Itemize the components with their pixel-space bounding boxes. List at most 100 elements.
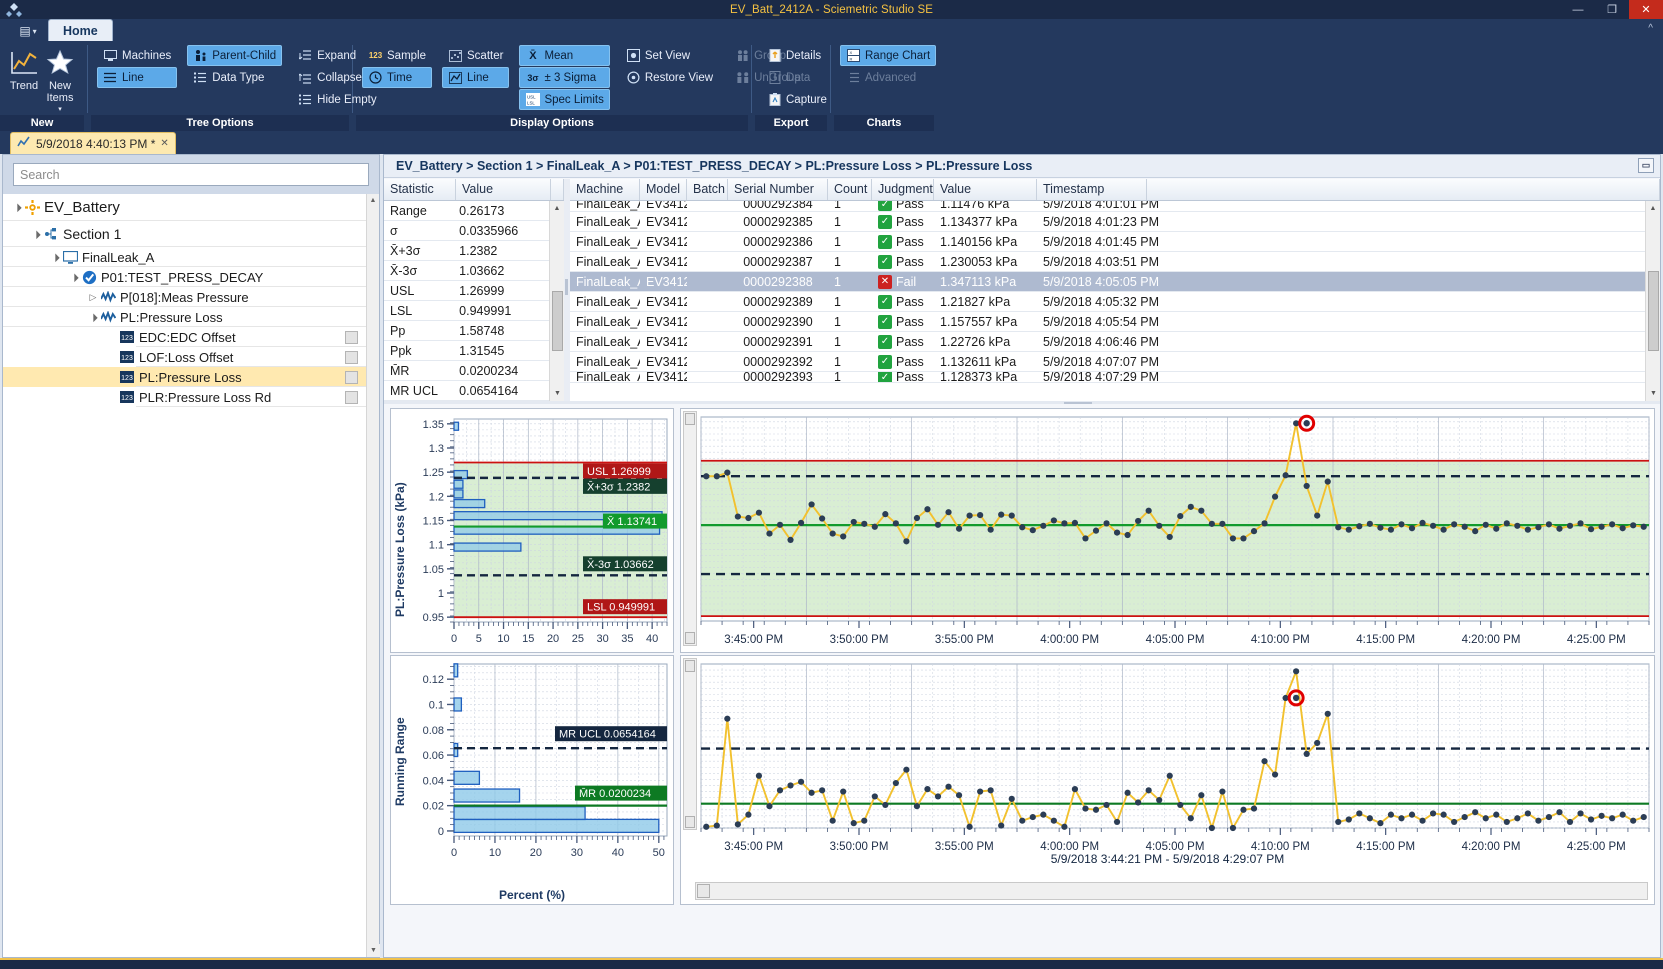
machines-button[interactable]: Machines	[97, 45, 177, 66]
time-range-scrollbar[interactable]	[695, 882, 1648, 900]
col-batch[interactable]: Batch	[687, 179, 728, 200]
results-scrollbar[interactable]: ▲ ▼	[1645, 201, 1660, 401]
col-count[interactable]: Count	[828, 179, 872, 200]
scroll-down-icon[interactable]: ▼	[550, 386, 565, 401]
results-row[interactable]: FinalLeak_A EV3412 0000292386 1 ✓ Pass 1.14015…	[570, 232, 1645, 252]
three-sigma-button[interactable]: 3σ ± 3 Sigma	[519, 67, 610, 88]
tree-scrollbar[interactable]: ▲ ▼	[366, 194, 380, 957]
results-row[interactable]: FinalLeak_A EV3412 0000292392 1 ✓ Pass 1.13261…	[570, 352, 1645, 372]
scrollbar-thumb[interactable]	[552, 291, 563, 351]
close-icon[interactable]: ✕	[160, 138, 168, 149]
scrollbar-grip-bottom[interactable]	[685, 632, 695, 644]
scrollbar-grip[interactable]	[685, 660, 695, 672]
col-judgment[interactable]: Judgment	[872, 179, 934, 200]
statistics-row[interactable]: Pp 1.58748	[384, 321, 549, 341]
tree-item-checkbox[interactable]	[345, 370, 358, 384]
line-tree-button[interactable]: Line	[97, 67, 178, 88]
scrollbar-grip[interactable]	[685, 413, 695, 425]
results-row[interactable]: FinalLeak_A EV3412 0000292389 1 ✓ Pass 1.21827…	[570, 292, 1645, 312]
restore-view-button[interactable]: Restore View	[620, 67, 719, 88]
col-serial-number[interactable]: Serial Number	[728, 179, 828, 200]
tree-item-lof-loss-offset[interactable]: 123 LOF:Loss Offset	[3, 347, 366, 367]
tree-item-checkbox[interactable]	[345, 390, 358, 404]
sample-button[interactable]: 123 Sample	[362, 45, 432, 66]
results-row[interactable]: FinalLeak_A EV3412 0000292391 1 ✓ Pass 1.22726…	[570, 332, 1645, 352]
statistics-row[interactable]: Range 0.26173	[384, 201, 549, 221]
expander-collapsed-icon[interactable]: ▷	[87, 292, 99, 303]
quick-access-toolbar-button[interactable]: ▤ ▾	[8, 21, 48, 41]
line-display-button[interactable]: Line	[442, 67, 510, 88]
scroll-down-icon[interactable]: ▼	[367, 944, 380, 957]
results-row[interactable]: FinalLeak_A EV3412 0000292384 1 ✓ Pass 1.11476…	[570, 201, 1645, 212]
trend-button[interactable]: Trend	[6, 45, 42, 93]
search-input[interactable]: Search	[13, 163, 369, 186]
tree-item-edc-edc-offset[interactable]: 123 EDC:EDC Offset	[3, 327, 366, 347]
col-value[interactable]: Value	[456, 179, 551, 200]
ribbon-collapse-icon[interactable]: ^	[1648, 23, 1653, 34]
range-chart-button[interactable]: XR Range Chart	[840, 45, 937, 66]
tree-item-plr-pressure-loss-rd[interactable]: 123 PLR:Pressure Loss Rd	[3, 387, 366, 407]
tree-item-pl-pressure-loss[interactable]: 123 PL:Pressure Loss	[3, 367, 366, 387]
col-filler[interactable]	[1147, 179, 1660, 200]
statistics-row[interactable]: MR UCL 0.0654164	[384, 381, 549, 401]
tree-item-section-1[interactable]: ◢ Section 1	[3, 221, 366, 247]
set-view-button[interactable]: Set View	[620, 45, 719, 66]
details-button[interactable]: Details	[761, 45, 833, 66]
tree-item-ev-battery[interactable]: ◢ EV_Battery	[3, 194, 366, 221]
parent-child-button[interactable]: Parent-Child	[187, 45, 283, 66]
spec-limits-button[interactable]: USL LSL Spec Limits	[519, 89, 610, 110]
scroll-down-icon[interactable]: ▼	[1646, 386, 1661, 401]
results-row[interactable]: FinalLeak_A EV3412 0000292393 1 ✓ Pass 1.12837…	[570, 372, 1645, 383]
tree-item-checkbox[interactable]	[345, 350, 358, 364]
statistic-value: 0.0335966	[459, 223, 519, 238]
col-machine[interactable]: Machine	[570, 179, 640, 200]
scroll-up-icon[interactable]: ▲	[1646, 201, 1660, 216]
data-type-button[interactable]: Data Type	[187, 67, 282, 88]
statistics-row[interactable]: M̄R 0.0200234	[384, 361, 549, 381]
cell-timestamp: 5/9/2018 4:03:51 PM	[1043, 254, 1160, 269]
range-histogram-chart[interactable]: Running Range Percent (%) 0 0.02 0.04 0.06 0…	[390, 655, 674, 905]
maximize-button[interactable]: ❐	[1595, 0, 1629, 19]
scrollbar-grip-bottom[interactable]	[685, 816, 695, 828]
close-button[interactable]: ✕	[1629, 0, 1663, 19]
value-trend-chart[interactable]: 3:45:00 PM 3:50:00 PM 3:55:00 PM 4:00:00 PM…	[680, 408, 1655, 653]
tree-item-p-018-meas-pressure[interactable]: ▷ P[018]:Meas Pressure	[3, 287, 366, 307]
restore-panel-button[interactable]: ▭	[1638, 158, 1654, 173]
new-items-button[interactable]: New Items ▾	[42, 45, 78, 113]
results-row[interactable]: FinalLeak_A EV3412 0000292388 1 ✕ Fail 1.34711…	[570, 272, 1645, 292]
svg-text:20: 20	[547, 633, 559, 645]
tree-item-checkbox[interactable]	[345, 330, 358, 344]
col-statistic[interactable]: Statistic	[384, 179, 456, 200]
statistics-row[interactable]: USL 1.26999	[384, 281, 549, 301]
col-value[interactable]: Value	[934, 179, 1037, 200]
range-trend-chart[interactable]: 3:45:00 PM 3:50:00 PM 3:55:00 PM 4:00:00 PM…	[680, 655, 1655, 905]
capture-button[interactable]: Capture	[761, 89, 833, 110]
statistics-row[interactable]: σ 0.0335966	[384, 221, 549, 241]
scrollbar-thumb[interactable]	[1648, 271, 1659, 351]
minimize-button[interactable]: —	[1561, 0, 1595, 19]
scroll-up-icon[interactable]: ▲	[367, 194, 379, 207]
mean-button[interactable]: X̄ Mean	[519, 45, 610, 66]
scatter-button[interactable]: Scatter	[442, 45, 509, 66]
col-timestamp[interactable]: Timestamp	[1037, 179, 1147, 200]
document-tab[interactable]: 5/9/2018 4:40:13 PM * ✕	[10, 132, 176, 154]
tree-item-pl-pressure-loss[interactable]: ◢ PL:Pressure Loss	[3, 307, 366, 327]
statistics-row[interactable]: Ppk 1.31545	[384, 341, 549, 361]
statistics-scrollbar[interactable]: ▲ ▼	[549, 201, 564, 401]
value-trend-vertical-scrollbar[interactable]	[683, 411, 697, 646]
tree-item-p01-test-press-decay[interactable]: ◢ P01:TEST_PRESS_DECAY	[3, 267, 366, 287]
statistics-row[interactable]: X̄+3σ 1.2382	[384, 241, 549, 261]
value-histogram-chart[interactable]: PL:Pressure Loss (kPa) 0.95 1 1.05 1.1 1.15 1…	[390, 408, 674, 653]
results-row[interactable]: FinalLeak_A EV3412 0000292387 1 ✓ Pass 1.23005…	[570, 252, 1645, 272]
scrollbar-thumb[interactable]	[697, 884, 710, 898]
time-button[interactable]: Time	[362, 67, 432, 88]
results-row[interactable]: FinalLeak_A EV3412 0000292390 1 ✓ Pass 1.15755…	[570, 312, 1645, 332]
scroll-up-icon[interactable]: ▲	[550, 201, 564, 216]
statistics-row[interactable]: X̄-3σ 1.03662	[384, 261, 549, 281]
results-row[interactable]: FinalLeak_A EV3412 0000292385 1 ✓ Pass 1.13437…	[570, 212, 1645, 232]
range-trend-vertical-scrollbar[interactable]	[683, 658, 697, 830]
statistics-row[interactable]: LSL 0.949991	[384, 301, 549, 321]
tree-item-finalleak-a[interactable]: ◢ FinalLeak_A	[3, 247, 366, 267]
tab-home[interactable]: Home	[48, 19, 113, 41]
col-model[interactable]: Model	[640, 179, 687, 200]
